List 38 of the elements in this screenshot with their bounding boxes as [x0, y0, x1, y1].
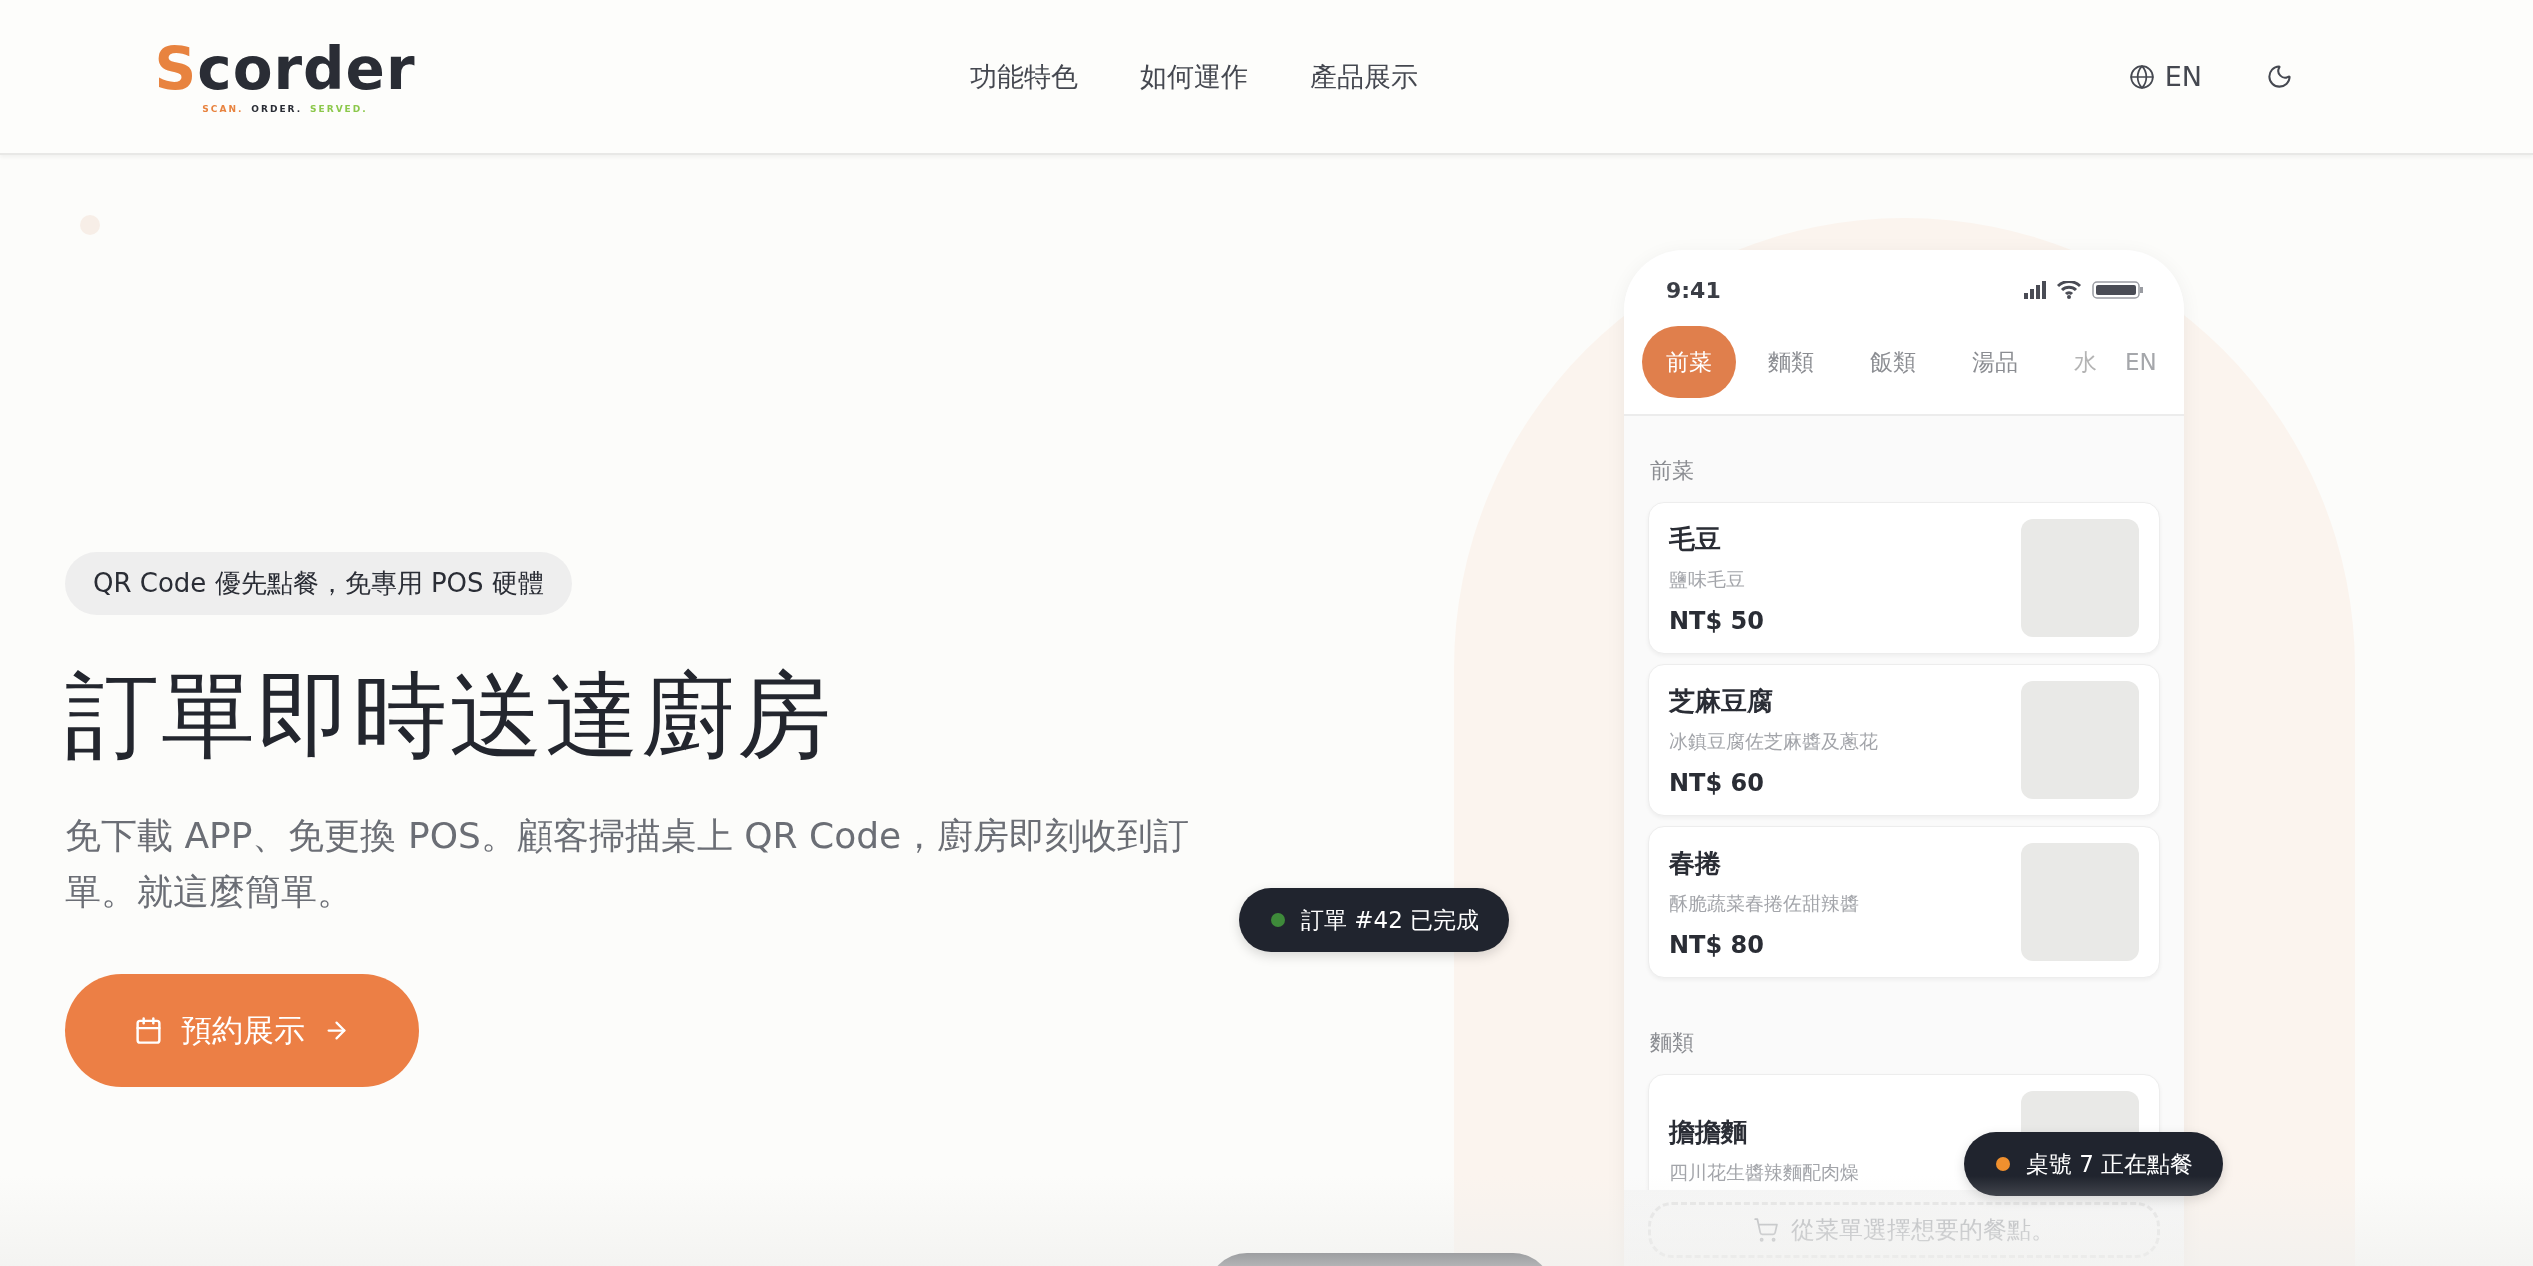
battery-icon	[2092, 281, 2144, 299]
language-button[interactable]: EN	[2128, 61, 2202, 92]
moon-icon	[2266, 63, 2293, 90]
signal-icon	[2024, 281, 2046, 299]
menu-item-card[interactable]: 芝麻豆腐 冰鎮豆腐佐芝麻醬及蔥花 NT$ 60	[1648, 664, 2160, 816]
item-price: NT$ 80	[1669, 930, 1765, 959]
wifi-icon	[2056, 281, 2082, 299]
nav-link[interactable]: 功能特色	[970, 58, 1079, 95]
item-name: 春捲	[1669, 846, 1722, 880]
logo-mark: S	[154, 39, 198, 98]
item-description: 冰鎮豆腐佐芝麻醬及蔥花	[1669, 728, 1878, 754]
theme-toggle-button[interactable]	[2266, 63, 2293, 90]
item-name: 芝麻豆腐	[1669, 684, 1774, 718]
nav-link[interactable]: 產品展示	[1310, 58, 1419, 95]
item-price: NT$ 60	[1669, 768, 1765, 797]
hero-badge: QR Code 優先點餐，免專用 POS 硬體	[65, 552, 572, 615]
section-title: 前菜	[1650, 457, 1695, 485]
hero-title: 訂單即時送達廚房	[65, 660, 833, 772]
logo-tagline: SERVED.	[310, 103, 368, 114]
item-description: 酥脆蔬菜春捲佐甜辣醬	[1669, 890, 1859, 916]
calendar-icon	[134, 1016, 163, 1045]
item-name: 擔擔麵	[1669, 1115, 1748, 1149]
globe-icon	[2128, 63, 2155, 90]
menu-item-card[interactable]: 毛豆 鹽味毛豆 NT$ 50	[1648, 502, 2160, 654]
item-price: NT$ 50	[1669, 606, 1764, 635]
logo-text: corder	[197, 39, 416, 98]
cart-icon	[1753, 1217, 1779, 1243]
menu-item-card[interactable]: 春捲 酥脆蔬菜春捲佐甜辣醬 NT$ 80	[1648, 826, 2160, 978]
nav-link[interactable]: 如何運作	[1140, 58, 1249, 95]
item-name: 毛豆	[1669, 522, 1722, 556]
status-time: 9:41	[1666, 277, 1721, 303]
logo-tagline: SCAN.	[202, 103, 244, 114]
toast-text: 訂單 #42 已完成	[1301, 905, 1480, 935]
section-title: 麵類	[1650, 1029, 1695, 1057]
hero-description: 免下載 APP、免更換 POS。顧客掃描桌上 QR Code，廚房即刻收到訂單。就這麼簡單。	[65, 814, 1191, 914]
logo-tagline: ORDER.	[251, 103, 303, 114]
item-description: 四川花生醬辣麵配肉燥	[1669, 1159, 1859, 1185]
item-description: 鹽味毛豆	[1669, 566, 1746, 592]
